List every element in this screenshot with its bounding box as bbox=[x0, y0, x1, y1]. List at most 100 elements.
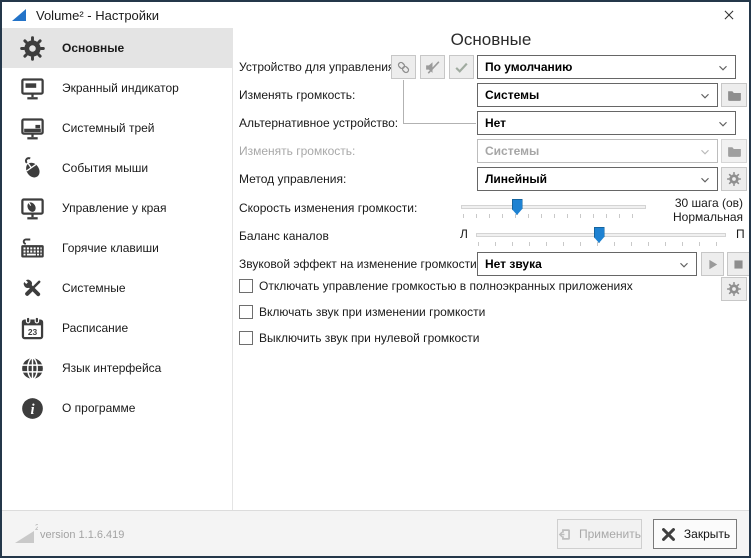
chevron-down-icon bbox=[716, 61, 730, 75]
sidebar-item-label: Управление у края bbox=[62, 201, 166, 215]
link-devices-button[interactable] bbox=[391, 55, 416, 79]
volume-target-value: Системы bbox=[485, 88, 539, 102]
main-panel: Основные Устройство для управления: bbox=[233, 28, 749, 510]
slider-thumb[interactable] bbox=[594, 227, 605, 243]
alt-device-select[interactable]: Нет bbox=[477, 111, 736, 135]
speed-mode: Нормальная bbox=[633, 210, 743, 224]
device-link-connector bbox=[403, 80, 476, 124]
volume2-logo-gray: 2 bbox=[14, 523, 38, 545]
confirm-device-button[interactable] bbox=[449, 55, 474, 79]
sidebar-item-label: Основные bbox=[62, 41, 124, 55]
chevron-down-icon bbox=[698, 89, 712, 103]
checkbox[interactable] bbox=[239, 331, 253, 345]
device-select[interactable]: По умолчанию bbox=[477, 55, 736, 79]
gear-icon bbox=[726, 281, 742, 297]
fullscreen-settings-button[interactable] bbox=[721, 277, 747, 301]
alt-volume-target-label: Изменять громкость: bbox=[239, 139, 355, 163]
sound-effect-label: Звуковой эффект на изменение громкости: bbox=[239, 252, 480, 276]
chevron-down-icon bbox=[677, 258, 691, 272]
monitor-icon bbox=[15, 75, 49, 102]
stop-icon bbox=[731, 257, 746, 272]
link-icon bbox=[395, 59, 412, 76]
speed-info: 30 шага (ов) Нормальная bbox=[633, 196, 743, 224]
method-label: Метод управления: bbox=[239, 167, 346, 191]
sidebar-item-language[interactable]: Язык интерфейса bbox=[2, 348, 232, 388]
device-label: Устройство для управления: bbox=[239, 55, 398, 79]
muted-speaker-icon bbox=[424, 59, 441, 76]
close-button-label: Закрыть bbox=[684, 527, 730, 541]
sidebar-item-hotkeys[interactable]: Горячие клавиши bbox=[2, 228, 232, 268]
alt-volume-target-value: Системы bbox=[485, 144, 539, 158]
slider-ticks bbox=[463, 214, 644, 218]
mute-device-button[interactable] bbox=[420, 55, 445, 79]
version-text: version 1.1.6.419 bbox=[40, 529, 124, 541]
balance-right-mark: П bbox=[736, 224, 745, 244]
speed-label: Скорость изменения громкости: bbox=[239, 196, 417, 220]
svg-text:2: 2 bbox=[35, 523, 38, 532]
gear-icon bbox=[726, 171, 742, 187]
checkbox-label: Включать звук при изменении громкости bbox=[259, 305, 485, 319]
window-close-button[interactable] bbox=[718, 5, 740, 25]
sidebar-item-label: О программе bbox=[62, 401, 135, 415]
sidebar-item-general[interactable]: Основные bbox=[2, 28, 232, 68]
system-tray-icon bbox=[15, 115, 49, 142]
balance-left-mark: Л bbox=[460, 224, 468, 244]
close-icon bbox=[722, 8, 736, 22]
method-settings-button[interactable] bbox=[721, 167, 747, 191]
mouse-icon bbox=[15, 155, 49, 182]
title-bar: Volume² - Настройки bbox=[2, 2, 749, 28]
folder-icon bbox=[726, 143, 743, 160]
apply-icon bbox=[558, 525, 572, 544]
fullscreen-disable-checkbox-row[interactable]: Отключать управление громкостью в полноэ… bbox=[239, 279, 633, 293]
play-icon bbox=[705, 257, 720, 272]
svg-text:i: i bbox=[30, 402, 34, 418]
checkbox[interactable] bbox=[239, 279, 253, 293]
sidebar-item-system-tray[interactable]: Системный трей bbox=[2, 108, 232, 148]
sidebar-item-label: Горячие клавиши bbox=[62, 241, 159, 255]
sidebar-item-edge-control[interactable]: Управление у края bbox=[2, 188, 232, 228]
checkmark-icon bbox=[453, 59, 470, 76]
settings-window: Volume² - Настройки bbox=[0, 0, 751, 558]
sidebar-item-label: Расписание bbox=[62, 321, 128, 335]
balance-slider[interactable] bbox=[476, 226, 726, 246]
volume-target-label: Изменять громкость: bbox=[239, 83, 355, 107]
apply-button[interactable]: Применить bbox=[557, 519, 642, 549]
sidebar-item-label: Системный трей bbox=[62, 121, 155, 135]
sidebar-item-about[interactable]: i О программе bbox=[2, 388, 232, 428]
close-button[interactable]: Закрыть bbox=[653, 519, 737, 549]
sidebar-item-label: Язык интерфейса bbox=[62, 361, 161, 375]
sound-effect-select[interactable]: Нет звука bbox=[477, 252, 697, 276]
sidebar-item-label: Системные bbox=[62, 281, 126, 295]
browse-alt-app-button bbox=[721, 139, 747, 163]
sidebar-item-system[interactable]: Системные bbox=[2, 268, 232, 308]
checkbox[interactable] bbox=[239, 305, 253, 319]
volume-target-select[interactable]: Системы bbox=[477, 83, 718, 107]
sidebar-item-schedule[interactable]: 23 Расписание bbox=[2, 308, 232, 348]
gear-icon bbox=[15, 35, 49, 62]
volume-speed-slider[interactable] bbox=[461, 198, 646, 218]
svg-text:23: 23 bbox=[27, 326, 37, 336]
checkbox-label: Отключать управление громкостью в полноэ… bbox=[259, 279, 633, 293]
sidebar-item-label: Экранный индикатор bbox=[62, 81, 179, 95]
sidebar-item-mouse-events[interactable]: События мыши bbox=[2, 148, 232, 188]
apply-button-label: Применить bbox=[579, 527, 641, 541]
speed-steps: 30 шага (ов) bbox=[633, 196, 743, 210]
method-select[interactable]: Линейный bbox=[477, 167, 718, 191]
checkbox-label: Выключить звук при нулевой громкости bbox=[259, 331, 479, 345]
sound-on-change-checkbox-row[interactable]: Включать звук при изменении громкости bbox=[239, 305, 485, 319]
sidebar: Основные Экранный индикатор bbox=[2, 28, 233, 510]
mute-at-zero-checkbox-row[interactable]: Выключить звук при нулевой громкости bbox=[239, 331, 479, 345]
volume2-app-icon bbox=[11, 7, 27, 23]
close-x-icon bbox=[660, 526, 677, 543]
browse-app-button[interactable] bbox=[721, 83, 747, 107]
sidebar-item-label: События мыши bbox=[62, 161, 148, 175]
alt-device-label: Альтернативное устройство: bbox=[239, 111, 398, 135]
sidebar-item-screen-indicator[interactable]: Экранный индикатор bbox=[2, 68, 232, 108]
sound-effect-value: Нет звука bbox=[485, 257, 542, 271]
stop-sound-button[interactable] bbox=[727, 252, 750, 276]
slider-thumb[interactable] bbox=[512, 199, 523, 215]
tools-icon bbox=[15, 275, 49, 302]
page-title: Основные bbox=[233, 30, 749, 50]
play-sound-button[interactable] bbox=[701, 252, 724, 276]
keyboard-icon bbox=[15, 235, 49, 262]
